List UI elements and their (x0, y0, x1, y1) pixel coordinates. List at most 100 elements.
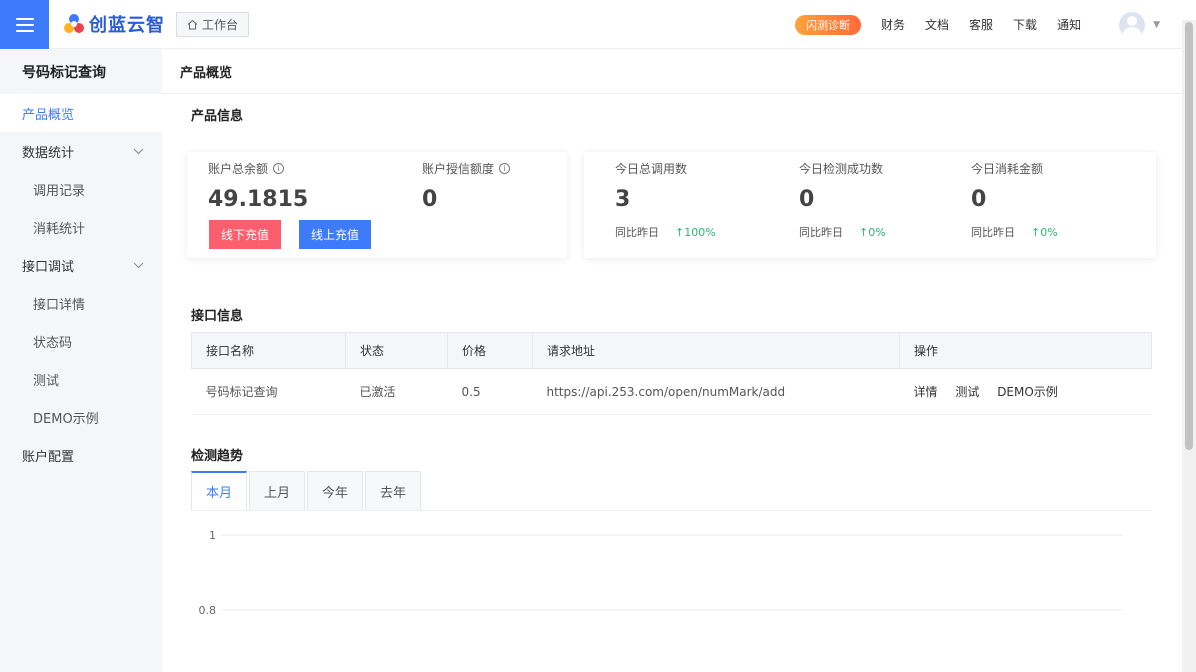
workbench-label: 工作台 (202, 18, 239, 32)
compare-label: 同比昨日 (971, 226, 1015, 239)
cell-name: 号码标记查询 (191, 368, 346, 415)
today-amount-compare: 同比昨日 ↑0% (971, 224, 1058, 240)
col-name: 接口名称 (191, 332, 346, 369)
sidebar: 号码标记查询 产品概览 数据统计 调用记录 消耗统计 接口调试 接口详情 状态码… (0, 49, 162, 672)
sidebar-item-label: 消耗统计 (33, 221, 86, 237)
logo-icon (64, 14, 84, 33)
sidebar-item-label: 账户配置 (22, 449, 75, 465)
sidebar-item-status-codes[interactable]: 状态码 (0, 322, 162, 360)
credit-label-text: 账户授信额度 (422, 162, 495, 176)
sidebar-item-label: 产品概览 (22, 107, 75, 123)
api-info-title: 接口信息 (191, 309, 244, 324)
credit-stat: 账户授信额度 i 0 (422, 160, 511, 212)
today-calls-compare: 同比昨日 ↑100% (615, 224, 716, 240)
today-stats-card: 今日总调用数 3 同比昨日 ↑100% 今日检测成功数 0 同比昨日 ↑0% 今日消… (584, 152, 1156, 258)
col-url: 请求地址 (532, 332, 900, 369)
product-info-title: 产品信息 (191, 109, 244, 124)
brand-logo[interactable]: 创蓝云智 (63, 11, 165, 37)
tab-last-year[interactable]: 去年 (365, 471, 422, 510)
tab-divider (191, 510, 1152, 511)
nav-support[interactable]: 客服 (969, 16, 993, 33)
sidebar-item-demo[interactable]: DEMO示例 (0, 398, 162, 436)
sidebar-title: 号码标记查询 (22, 64, 106, 81)
today-success-compare: 同比昨日 ↑0% (799, 224, 886, 240)
menu-toggle-button[interactable] (0, 0, 49, 49)
chevron-down-icon[interactable]: ▼ (1153, 20, 1160, 30)
cell-price: 0.5 (447, 368, 533, 415)
sidebar-item-data-stats[interactable]: 数据统计 (0, 132, 162, 170)
change-up: ↑100% (675, 226, 716, 239)
today-success-value: 0 (799, 187, 815, 212)
nav-docs[interactable]: 文档 (925, 16, 949, 33)
today-success-stat: 今日检测成功数 0 同比昨日 ↑0% (799, 160, 886, 240)
compare-label: 同比昨日 (799, 226, 843, 239)
home-icon (187, 19, 198, 30)
sidebar-item-test[interactable]: 测试 (0, 360, 162, 398)
balance-stat: 账户总余额 i 49.1815 (208, 160, 308, 212)
today-success-label: 今日检测成功数 (799, 162, 884, 176)
details-link[interactable]: 详情 (914, 385, 938, 399)
hamburger-icon-line (15, 17, 34, 20)
y-tick-label: 1 (209, 529, 216, 542)
sidebar-item-label: 数据统计 (22, 145, 75, 161)
chart-grid: 10.8 (199, 529, 1122, 617)
sidebar-item-account-config[interactable]: 账户配置 (0, 436, 162, 474)
logo-text: 创蓝云智 (89, 15, 165, 36)
hamburger-icon-line (15, 23, 34, 26)
col-actions: 操作 (899, 332, 1152, 369)
change-up: ↑0% (859, 226, 886, 239)
chevron-down-icon (133, 262, 144, 268)
table-header-row: 接口名称 状态 价格 请求地址 操作 (191, 332, 1152, 369)
info-icon[interactable]: i (499, 163, 511, 174)
nav-download[interactable]: 下载 (1013, 16, 1037, 33)
sidebar-item-label: 测试 (33, 373, 60, 389)
sidebar-item-label: 调用记录 (33, 183, 86, 199)
offline-recharge-button[interactable]: 线下充值 (209, 220, 281, 249)
tab-this-year[interactable]: 今年 (307, 471, 364, 510)
trend-tabs: 本月 上月 今年 去年 (191, 471, 423, 510)
today-amount-stat: 今日消耗金额 0 同比昨日 ↑0% (971, 160, 1058, 240)
sidebar-item-consumption-stats[interactable]: 消耗统计 (0, 208, 162, 246)
sidebar-item-label: 状态码 (33, 335, 73, 351)
sidebar-item-product-overview[interactable]: 产品概览 (0, 94, 162, 132)
today-calls-stat: 今日总调用数 3 同比昨日 ↑100% (615, 160, 716, 240)
today-calls-value: 3 (615, 187, 631, 212)
scrollbar-thumb[interactable] (1185, 22, 1193, 450)
nav-finance[interactable]: 财务 (881, 16, 905, 33)
credit-value: 0 (422, 187, 438, 212)
main-content: 产品概览 产品信息 账户总余额 i 49.1815 账户授信额度 i 0 线下充… (162, 49, 1182, 672)
workbench-button[interactable]: 工作台 (176, 12, 250, 37)
test-link[interactable]: 测试 (955, 385, 979, 399)
flash-diagnose-button[interactable]: 闪测诊断 (795, 14, 861, 35)
change-up: ↑0% (1031, 226, 1058, 239)
today-amount-value: 0 (971, 187, 987, 212)
compare-label: 同比昨日 (615, 226, 659, 239)
sidebar-item-label: 接口详情 (33, 297, 86, 313)
tab-this-month[interactable]: 本月 (191, 471, 248, 510)
tab-last-month[interactable]: 上月 (249, 471, 306, 510)
cell-url: https://api.253.com/open/numMark/add (532, 368, 900, 415)
credit-label: 账户授信额度 i (422, 160, 511, 177)
cell-actions: 详情 测试 DEMO示例 (899, 368, 1152, 415)
top-bar: 创蓝云智 工作台 闪测诊断 财务 文档 客服 下载 通知 ▼ (0, 0, 1196, 49)
demo-link[interactable]: DEMO示例 (997, 385, 1058, 399)
sidebar-item-call-records[interactable]: 调用记录 (0, 170, 162, 208)
balance-label: 账户总余额 i (208, 160, 308, 177)
table-row: 号码标记查询 已激活 0.5 https://api.253.com/open/… (191, 368, 1152, 415)
info-icon[interactable]: i (273, 163, 285, 174)
col-price: 价格 (447, 332, 533, 369)
balance-card: 账户总余额 i 49.1815 账户授信额度 i 0 线下充值 线上充值 (187, 152, 567, 258)
cell-status: 已激活 (345, 368, 448, 415)
online-recharge-button[interactable]: 线上充值 (299, 220, 371, 249)
chevron-down-icon (133, 148, 144, 154)
user-avatar[interactable] (1119, 11, 1146, 38)
balance-value: 49.1815 (208, 187, 309, 212)
sidebar-item-api-details[interactable]: 接口详情 (0, 284, 162, 322)
nav-notifications[interactable]: 通知 (1057, 16, 1081, 33)
sidebar-item-label: 接口调试 (22, 259, 75, 275)
page-title: 产品概览 (162, 49, 1182, 94)
sidebar-item-label: DEMO示例 (33, 411, 99, 427)
hamburger-icon-line (15, 29, 34, 32)
sidebar-item-api-debug[interactable]: 接口调试 (0, 246, 162, 284)
today-calls-label: 今日总调用数 (615, 162, 688, 176)
